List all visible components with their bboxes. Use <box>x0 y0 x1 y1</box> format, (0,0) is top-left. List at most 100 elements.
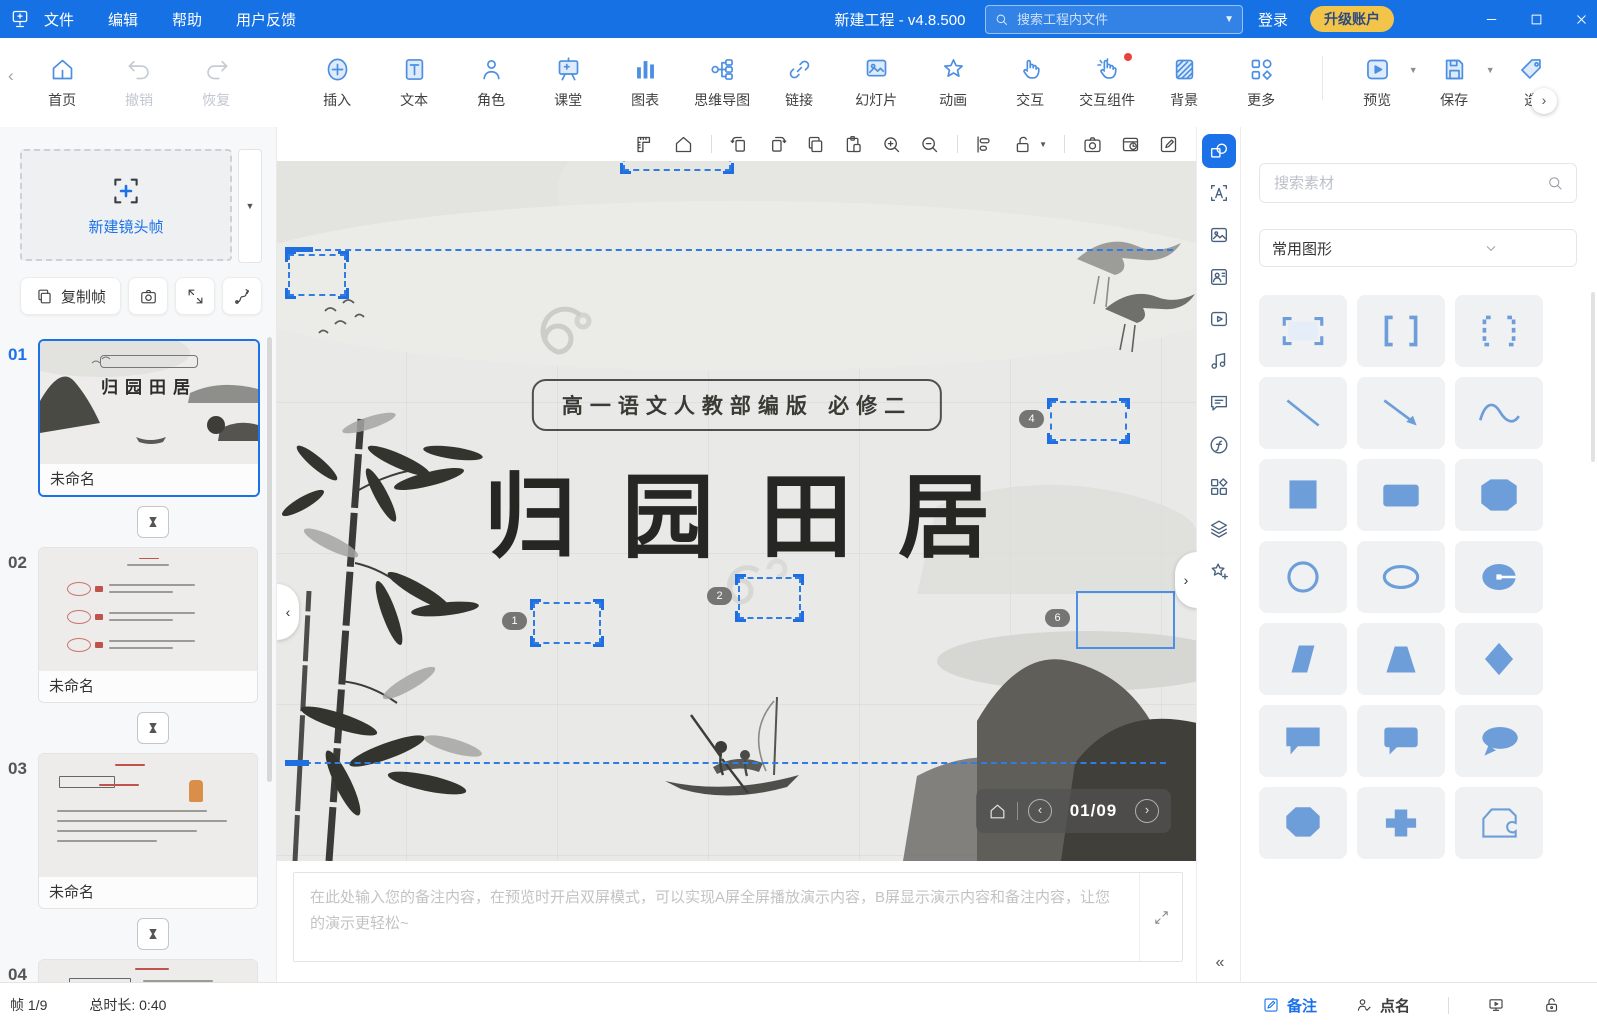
edit-icon[interactable] <box>1158 134 1179 155</box>
rollcall-button[interactable]: 点名 <box>1355 995 1410 1016</box>
frame-preview[interactable]: 归园田居 <box>40 341 258 464</box>
shape-diamond[interactable] <box>1455 623 1543 695</box>
shape-crop-frame[interactable] <box>1259 295 1347 367</box>
search-icon[interactable] <box>1546 174 1564 192</box>
shape-category-select[interactable]: 常用图形 <box>1259 229 1577 267</box>
frame-thumbnail-01[interactable]: 01 归园田居 未命名 <box>8 339 276 497</box>
assets-scrollbar[interactable] <box>1591 292 1595 462</box>
zoom-in-icon[interactable] <box>881 134 902 155</box>
screenshot-icon[interactable] <box>1082 134 1103 155</box>
frame-name[interactable]: 未命名 <box>39 671 257 702</box>
element-selection-box[interactable] <box>288 254 346 296</box>
assets-search-input[interactable] <box>1272 174 1546 193</box>
shape-octagon[interactable] <box>1259 787 1347 859</box>
menu-item-1[interactable]: 编辑 <box>108 9 138 30</box>
shape-curve[interactable] <box>1455 377 1543 449</box>
camera-frame-button[interactable] <box>128 277 168 315</box>
lock-icon[interactable] <box>1013 134 1034 155</box>
frame-thumbnail-04[interactable]: 04 <box>8 959 276 982</box>
new-frame-dropdown-button[interactable]: ▼ <box>238 149 262 263</box>
project-search[interactable]: ▼ <box>985 5 1243 34</box>
strip-audio-button[interactable] <box>1202 344 1236 378</box>
frame-card[interactable]: 未命名 <box>38 753 258 909</box>
frame-card[interactable] <box>38 959 258 982</box>
shape-brackets-dashed[interactable] <box>1455 295 1543 367</box>
shape-snip-rect[interactable] <box>1455 459 1543 531</box>
minimize-button[interactable] <box>1484 12 1499 27</box>
element-order-badge[interactable]: 6 <box>1045 609 1070 627</box>
paste-icon[interactable] <box>843 134 864 155</box>
element-order-badge[interactable]: 1 <box>502 612 527 630</box>
frame-preview[interactable] <box>39 754 257 877</box>
frames-scrollbar[interactable] <box>267 337 272 782</box>
frame-transition-button[interactable] <box>137 712 169 744</box>
toolbar-interaction-button[interactable]: 交互 <box>992 56 1069 110</box>
frame-transition-button[interactable] <box>137 506 169 538</box>
shape-arrow[interactable] <box>1357 377 1445 449</box>
notes-toggle-button[interactable]: 备注 <box>1262 995 1317 1016</box>
element-selection-box[interactable] <box>533 602 601 644</box>
toolbar-scroll-right-button[interactable]: › <box>1531 88 1557 114</box>
shape-trapezoid[interactable] <box>1357 623 1445 695</box>
toolbar-link-button[interactable]: 链接 <box>761 56 838 110</box>
toolbar-undo-button[interactable]: 撤销 <box>101 56 178 110</box>
toolbar-interactive-widget-button[interactable]: 交互组件 <box>1069 56 1146 110</box>
element-selection-box[interactable] <box>623 161 731 171</box>
menu-item-0[interactable]: 文件 <box>44 9 74 30</box>
frame-card[interactable]: 归园田居 未命名 <box>38 339 260 497</box>
toolbar-redo-button[interactable]: 恢复 <box>178 56 255 110</box>
copy-frame-button[interactable]: 复制帧 <box>20 277 121 315</box>
strip-favorites-button[interactable] <box>1202 554 1236 588</box>
frame-transition-button[interactable] <box>137 918 169 950</box>
upgrade-account-button[interactable]: 升级账户 <box>1310 6 1394 32</box>
align-icon[interactable] <box>975 134 996 155</box>
element-order-badge[interactable]: 2 <box>707 587 732 605</box>
project-search-input[interactable] <box>1015 11 1220 28</box>
element-selection-box[interactable] <box>738 577 801 619</box>
collapse-right-panel-button[interactable]: « <box>1216 954 1223 972</box>
new-camera-frame-button[interactable]: 新建镜头帧 <box>20 149 232 261</box>
frame-preview[interactable] <box>39 960 257 982</box>
shape-ellipse[interactable] <box>1357 541 1445 613</box>
login-button[interactable]: 登录 <box>1258 9 1288 30</box>
element-selection-box[interactable] <box>1050 401 1127 441</box>
strip-shapes-button[interactable] <box>1202 134 1236 168</box>
ruler-icon[interactable] <box>635 134 656 155</box>
toolbar-classroom-button[interactable]: 课堂 <box>530 56 607 110</box>
shape-rounded-rect[interactable] <box>1357 459 1445 531</box>
toolbar-text-button[interactable]: 文本 <box>376 56 453 110</box>
next-page-button[interactable]: › <box>1135 799 1159 823</box>
shape-cross[interactable] <box>1357 787 1445 859</box>
toolbar-save-button[interactable]: ▼保存 <box>1416 56 1493 110</box>
toolbar-slides-button[interactable]: 幻灯片 <box>838 56 915 110</box>
notes-input[interactable] <box>294 873 1139 961</box>
toolbar-scroll-left-button[interactable]: ‹ <box>8 66 14 86</box>
strip-comment-button[interactable] <box>1202 386 1236 420</box>
element-selection-box[interactable] <box>1076 591 1175 649</box>
toolbar-animation-button[interactable]: 动画 <box>915 56 992 110</box>
chevron-down-icon[interactable]: ▼ <box>1224 14 1234 25</box>
shape-callout-rect[interactable] <box>1259 705 1347 777</box>
slide-subtitle[interactable]: 高一语文人教部编版 必修二 <box>532 379 942 431</box>
copy-icon[interactable] <box>805 134 826 155</box>
presenter-screen-button[interactable] <box>1487 996 1505 1014</box>
toolbar-chart-button[interactable]: 图表 <box>607 56 684 110</box>
fit-view-button[interactable] <box>175 277 215 315</box>
slide-title[interactable]: 归园田居 <box>484 443 1036 576</box>
shape-square[interactable] <box>1259 459 1347 531</box>
expand-right-tab-button[interactable]: › <box>1175 552 1197 608</box>
shape-callout-ellipse[interactable] <box>1455 705 1543 777</box>
menu-item-3[interactable]: 用户反馈 <box>236 9 296 30</box>
expand-notes-icon[interactable] <box>1153 909 1170 926</box>
shape-circle[interactable] <box>1259 541 1347 613</box>
menu-item-2[interactable]: 帮助 <box>172 9 202 30</box>
maximize-button[interactable] <box>1529 12 1544 27</box>
shape-callout-rounded[interactable] <box>1357 705 1445 777</box>
frame-card[interactable]: 未命名 <box>38 547 258 703</box>
shape-custom-shape[interactable] <box>1455 787 1543 859</box>
toolbar-preview-button[interactable]: ▼预览 <box>1339 56 1416 110</box>
lock-button[interactable] <box>1543 996 1561 1014</box>
prev-page-button[interactable]: ‹ <box>1028 799 1052 823</box>
close-button[interactable] <box>1574 12 1589 27</box>
nav-home-icon[interactable] <box>673 134 694 155</box>
